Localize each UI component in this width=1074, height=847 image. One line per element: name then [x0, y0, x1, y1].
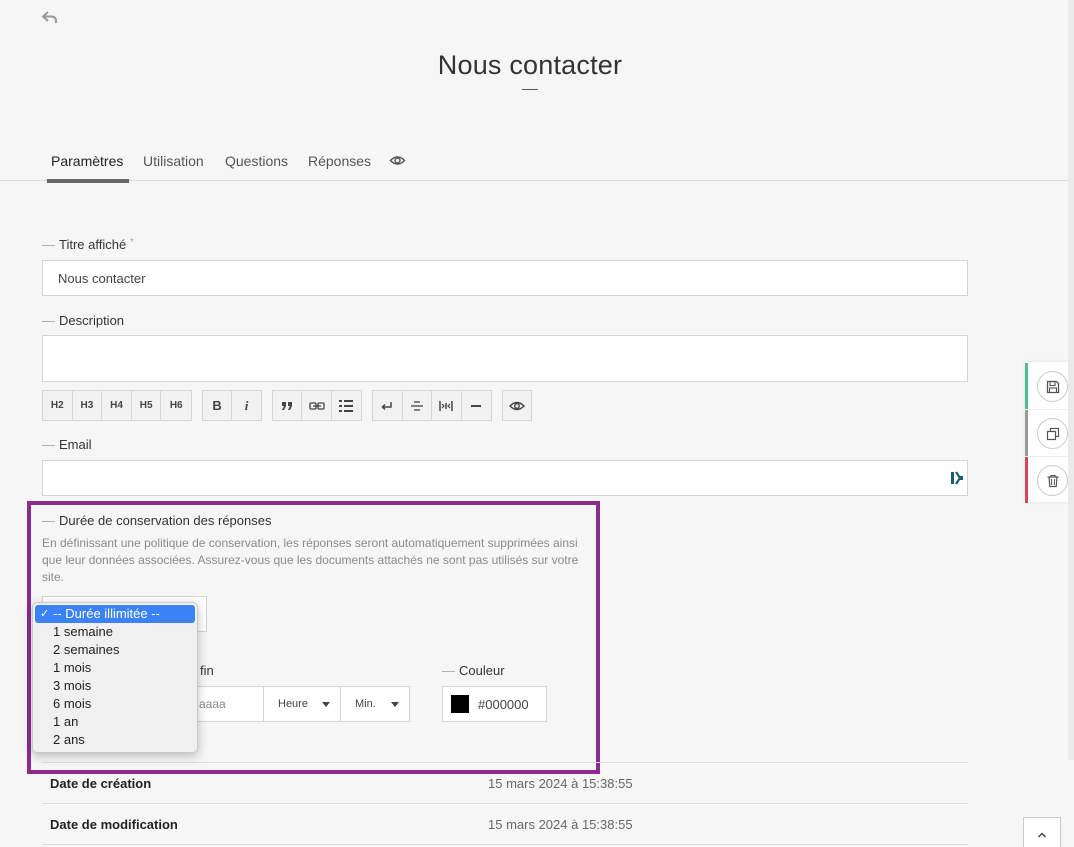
tab-utilisation[interactable]: Utilisation [143, 153, 204, 169]
scroll-to-top-button[interactable] [1023, 817, 1061, 847]
description-field-label: — Description [42, 313, 125, 328]
link-icon[interactable] [302, 391, 332, 420]
email-input[interactable] [42, 460, 968, 496]
save-action [1025, 363, 1074, 409]
page-scrollbar[interactable] [1068, 0, 1074, 760]
tab-bar: Paramètres Utilisation Questions Réponse… [0, 140, 1074, 181]
delete-action [1025, 457, 1074, 503]
preview-toolbar-group [502, 390, 532, 421]
retention-help-text: En définissant une politique de conserva… [42, 536, 579, 584]
duplicate-icon [1046, 427, 1059, 440]
line-break-icon[interactable] [373, 391, 403, 420]
email-field-label: — Email [42, 437, 92, 452]
dropdown-option[interactable]: 2 semaines [33, 641, 197, 659]
color-swatch[interactable] [451, 695, 469, 713]
duplicate-button[interactable] [1037, 418, 1068, 449]
trash-icon [1047, 474, 1058, 487]
table-row: Date de création 15 mars 2024 à 15:38:55 [42, 763, 968, 804]
dropdown-option[interactable]: ✓ -- Durée illimitée -- [35, 605, 195, 623]
spacing-icon[interactable] [432, 391, 462, 420]
title-input-value: Nous contacter [58, 270, 146, 286]
tab-reponses[interactable]: Réponses [308, 153, 371, 169]
dropdown-option[interactable]: 1 an [33, 713, 197, 731]
password-manager-icon[interactable] [950, 470, 964, 486]
h6-button[interactable]: H6 [161, 391, 191, 420]
dropdown-option[interactable]: 3 mois [33, 677, 197, 695]
check-icon: ✓ [40, 608, 50, 620]
misc-toolbar-group [372, 390, 492, 421]
chevron-down-icon [391, 702, 399, 707]
duplicate-action [1025, 410, 1074, 456]
end-date-input[interactable]: aaaa [190, 686, 264, 722]
description-input[interactable] [42, 335, 968, 382]
page-title: Nous contacter [437, 50, 623, 80]
h2-button[interactable]: H2 [43, 391, 73, 420]
quote-icon[interactable] [273, 391, 303, 420]
hour-select[interactable]: Heure [263, 686, 341, 722]
retention-field-label: — Durée de conservation des réponses [42, 513, 272, 528]
dropdown-option[interactable]: 2 ans [33, 731, 197, 749]
h5-button[interactable]: H5 [132, 391, 162, 420]
strikethrough-icon[interactable] [403, 391, 432, 420]
row-value: 15 mars 2024 à 15:38:55 [488, 776, 633, 791]
side-action-panel [1025, 362, 1074, 503]
row-value: 15 mars 2024 à 15:38:55 [488, 817, 633, 832]
block-toolbar-group [272, 390, 362, 421]
row-key: Date de modification [50, 817, 178, 832]
delete-button[interactable] [1037, 465, 1068, 496]
retention-dropdown-menu: ✓ -- Durée illimitée -- 1 semaine 2 sema… [32, 602, 198, 753]
horizontal-rule-icon[interactable] [462, 391, 491, 420]
active-tab-indicator [47, 179, 129, 183]
back-icon[interactable] [40, 8, 60, 28]
color-value-text: #000000 [478, 696, 529, 712]
minute-select[interactable]: Min. [340, 686, 410, 722]
chevron-down-icon [322, 702, 330, 707]
tab-parametres[interactable]: Paramètres [51, 153, 123, 169]
format-toolbar-group: B i [202, 390, 262, 421]
dropdown-option[interactable]: 6 mois [33, 695, 197, 713]
table-row: Date de modification 15 mars 2024 à 15:3… [42, 804, 968, 845]
italic-icon[interactable]: i [232, 391, 261, 420]
title-input[interactable]: Nous contacter [42, 260, 968, 296]
h4-button[interactable]: H4 [102, 391, 132, 420]
dropdown-option[interactable]: 1 semaine [33, 623, 197, 641]
h3-button[interactable]: H3 [73, 391, 103, 420]
tab-questions[interactable]: Questions [225, 153, 288, 169]
title-underline [522, 89, 538, 90]
save-icon [1046, 380, 1059, 393]
list-icon[interactable] [332, 391, 361, 420]
title-field-label: — Titre affiché * [42, 237, 134, 252]
preview-eye-icon[interactable] [389, 152, 406, 169]
color-field-label: — Couleur [442, 663, 505, 678]
save-button[interactable] [1037, 371, 1068, 402]
end-date-label: fin [200, 663, 214, 678]
dropdown-option[interactable]: 1 mois [33, 659, 197, 677]
color-picker-input[interactable]: #000000 [442, 686, 547, 722]
metadata-table: Date de création 15 mars 2024 à 15:38:55… [42, 762, 968, 845]
chevron-up-icon [1037, 832, 1047, 838]
heading-toolbar-group: H2 H3 H4 H5 H6 [42, 390, 192, 421]
bold-icon[interactable]: B [203, 391, 233, 420]
row-key: Date de création [50, 776, 152, 791]
editor-eye-icon[interactable] [503, 391, 531, 420]
